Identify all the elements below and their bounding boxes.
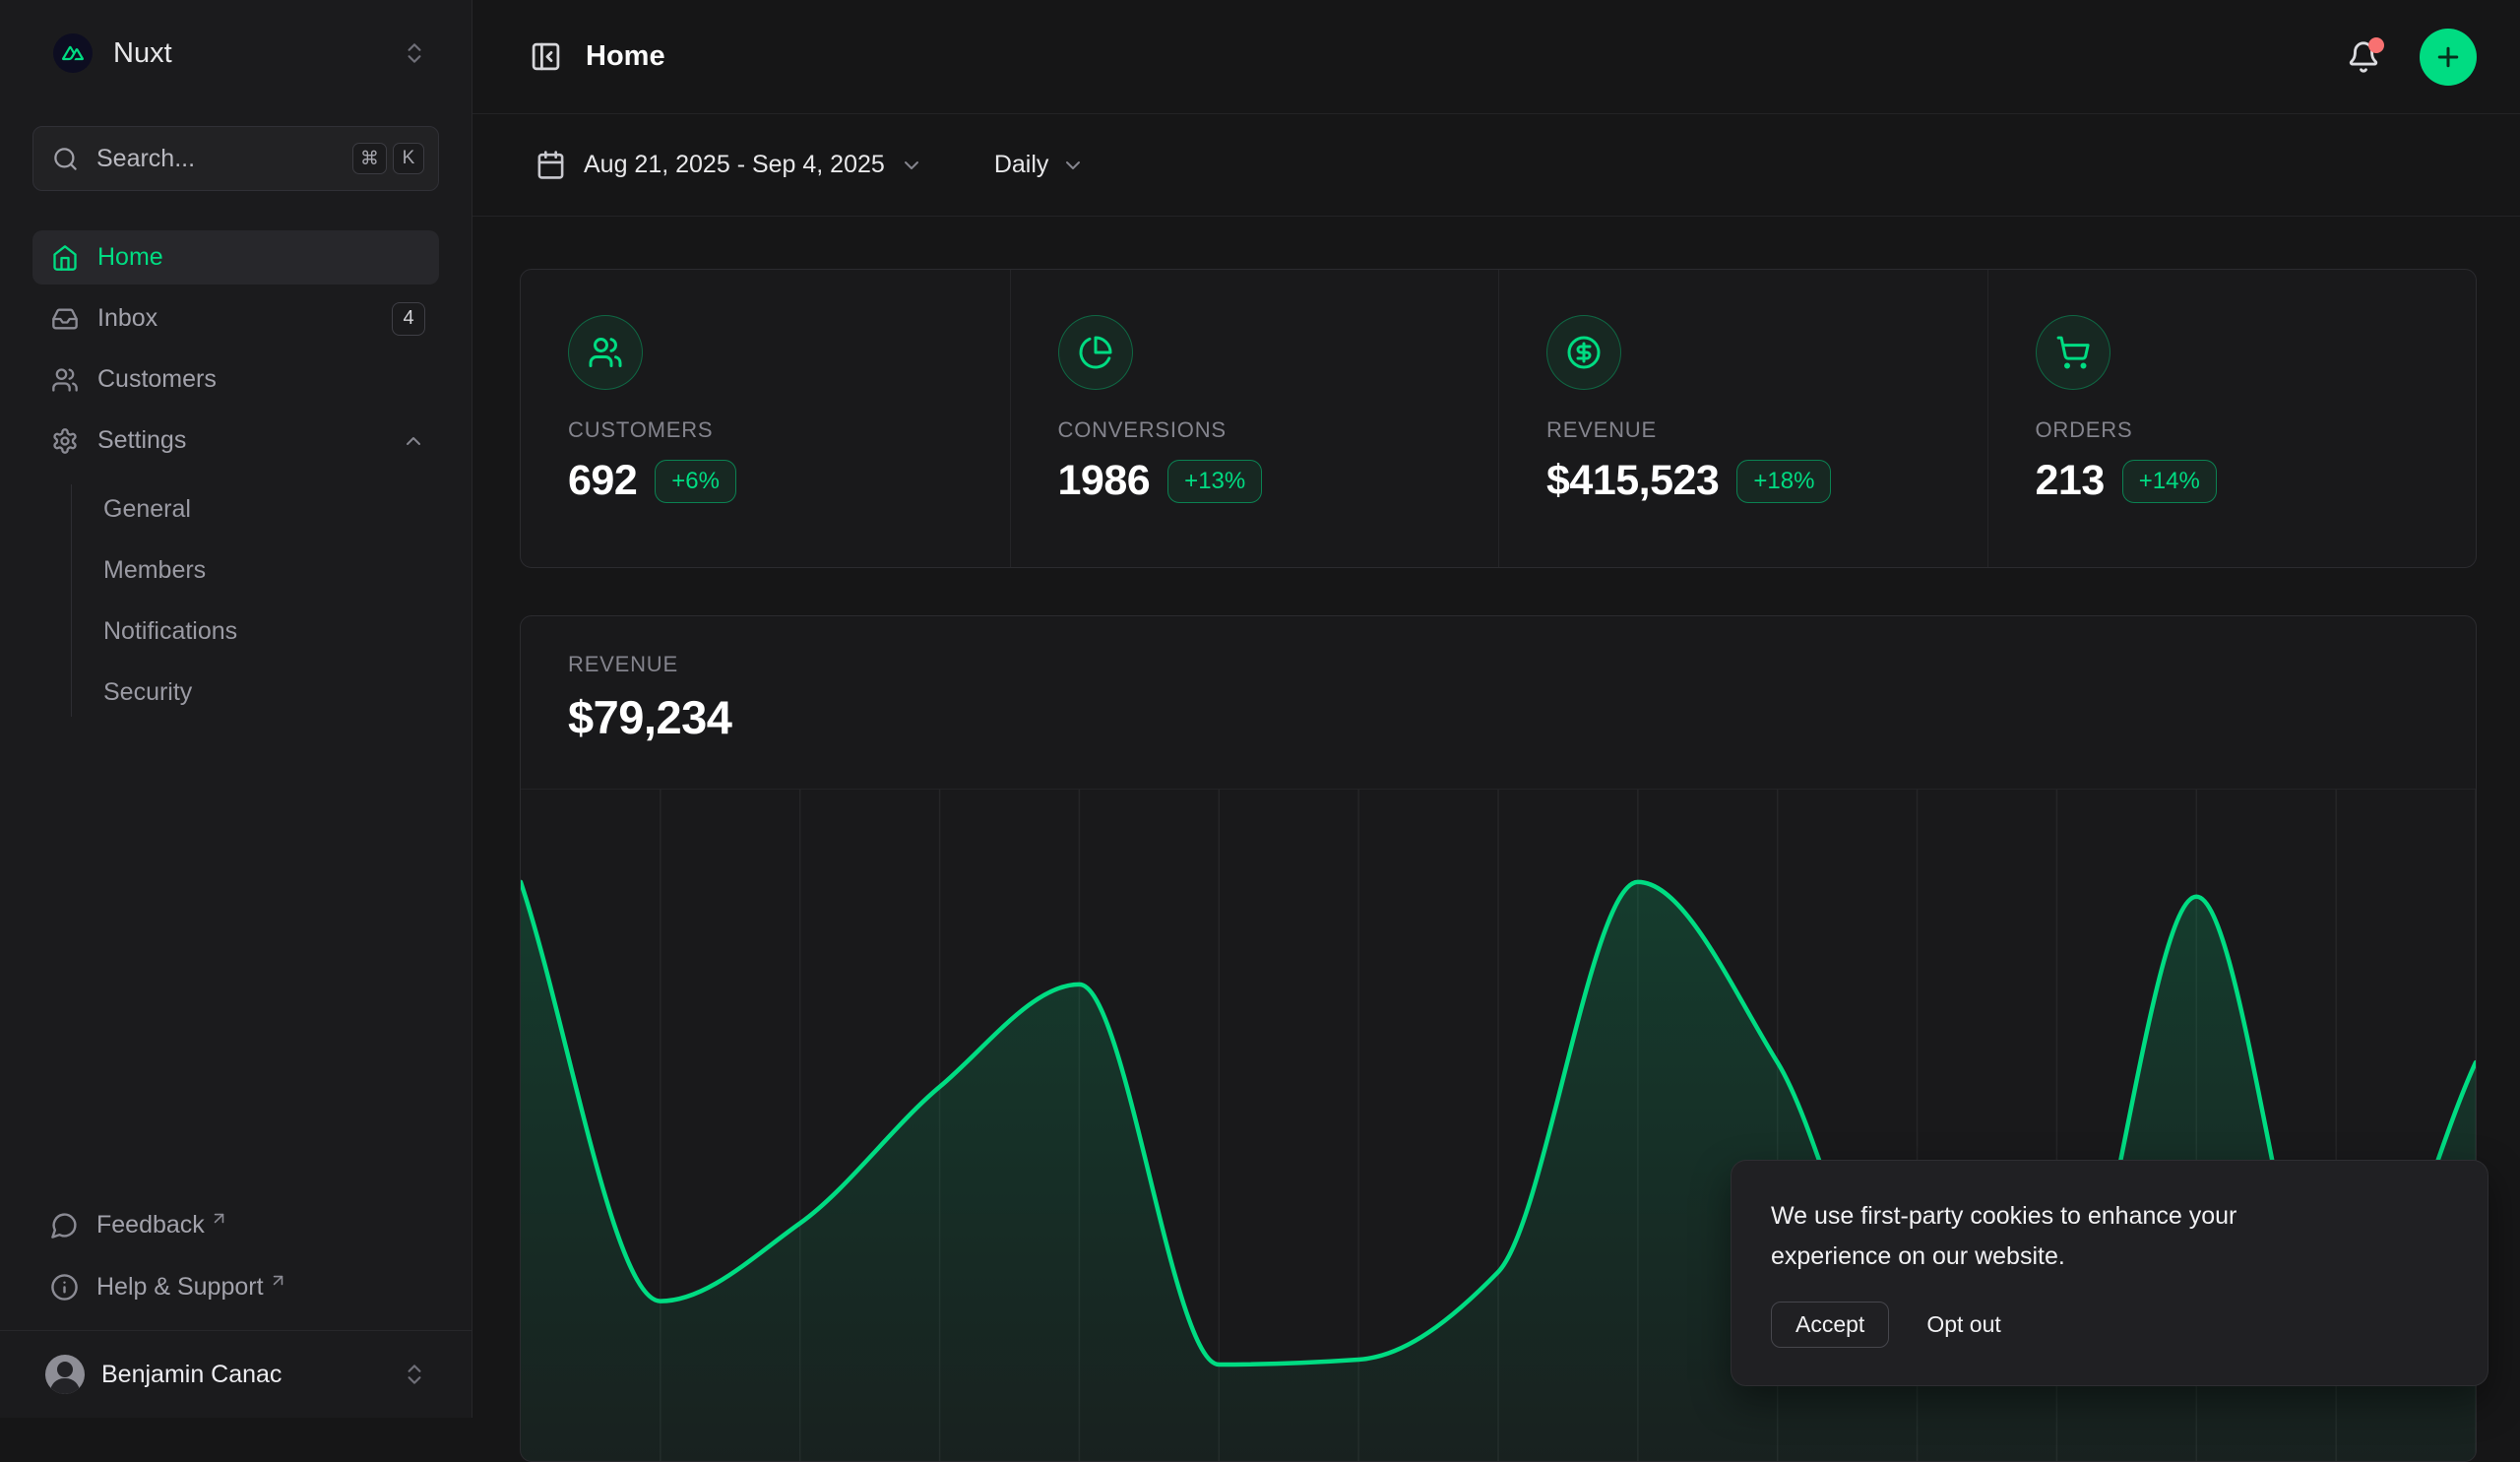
sidebar-item-home[interactable]: Home (32, 230, 439, 285)
stat-card-conversions[interactable]: CONVERSIONS 1986 +13% (1010, 270, 1499, 567)
user-name: Benjamin Canac (101, 1361, 282, 1389)
revenue-chart-label: REVENUE (568, 652, 2428, 677)
revenue-chart-header: REVENUE $79,234 (521, 616, 2476, 790)
stat-delta-badge: +18% (1736, 460, 1831, 503)
subnav-label: Members (103, 556, 206, 585)
gear-icon (45, 427, 85, 455)
filters-toolbar: Aug 21, 2025 - Sep 4, 2025 Daily (472, 114, 2520, 217)
stat-value: 213 (2036, 457, 2105, 505)
stat-delta-badge: +13% (1167, 460, 1262, 503)
accept-button[interactable]: Accept (1771, 1302, 1889, 1348)
plus-icon (2433, 42, 2463, 72)
notification-dot (2368, 37, 2384, 53)
shopping-cart-icon (2036, 315, 2110, 390)
chevron-down-icon (900, 154, 923, 177)
kbd-k: K (393, 143, 424, 174)
brand-name: Nuxt (113, 37, 172, 70)
user-menu[interactable]: Benjamin Canac (32, 1345, 439, 1404)
arrow-up-right-icon (269, 1271, 287, 1290)
cookie-message: We use first-party cookies to enhance yo… (1771, 1196, 2327, 1276)
info-circle-icon (45, 1273, 83, 1302)
sidebar-item-inbox[interactable]: Inbox 4 (32, 291, 439, 346)
stat-label: CUSTOMERS (568, 417, 963, 443)
notifications-button[interactable] (2347, 40, 2380, 74)
inbox-icon (45, 305, 85, 333)
arrow-up-right-icon (210, 1209, 228, 1228)
sidebar-item-label: Home (97, 243, 163, 272)
stat-delta-badge: +14% (2122, 460, 2217, 503)
workspace-switcher[interactable]: Nuxt (32, 26, 439, 81)
search-kbd-hint: ⌘ K (352, 143, 424, 174)
users-icon (45, 366, 85, 394)
stat-delta-badge: +6% (655, 460, 736, 503)
sidebar-item-label: Settings (97, 426, 186, 455)
granularity-value: Daily (994, 151, 1049, 179)
subnav-label: Security (103, 678, 192, 707)
granularity-select[interactable]: Daily (994, 151, 1086, 179)
stat-value: $415,523 (1546, 457, 1719, 505)
sidebar-item-notifications[interactable]: Notifications (103, 606, 439, 656)
sidebar-nav: Home Inbox 4 Customers Settings Gener (32, 230, 439, 717)
help-support-link[interactable]: Help & Support (32, 1262, 439, 1312)
sidebar-item-customers[interactable]: Customers (32, 352, 439, 407)
stat-value: 692 (568, 457, 637, 505)
search-input-wrap[interactable]: ⌘ K (32, 126, 439, 191)
settings-subnav: General Members Notifications Security (71, 484, 439, 717)
opt-out-button[interactable]: Opt out (1922, 1303, 2004, 1347)
panel-left-close-icon[interactable] (530, 40, 562, 73)
users-icon (568, 315, 643, 390)
stat-card-orders[interactable]: ORDERS 213 +14% (1987, 270, 2477, 567)
stat-value: 1986 (1058, 457, 1151, 505)
subnav-label: General (103, 495, 191, 524)
sidebar-footer: Feedback Help & Support Benjamin Canac (0, 1200, 472, 1418)
feedback-link[interactable]: Feedback (32, 1200, 439, 1250)
sidebar: Nuxt ⌘ K Home Inbox 4 (0, 0, 472, 1418)
sidebar-item-settings[interactable]: Settings (32, 413, 439, 468)
search-input[interactable] (94, 144, 343, 174)
calendar-icon (536, 150, 566, 180)
stat-card-revenue[interactable]: REVENUE $415,523 +18% (1498, 270, 1987, 567)
stat-label: CONVERSIONS (1058, 417, 1452, 443)
stats-row: CUSTOMERS 692 +6% CONVERSIONS 1986 +13% … (520, 269, 2477, 568)
chevrons-up-down-icon (402, 1362, 427, 1387)
help-support-label: Help & Support (96, 1273, 264, 1302)
revenue-chart-value: $79,234 (568, 690, 2428, 744)
cookie-banner: We use first-party cookies to enhance yo… (1731, 1160, 2488, 1386)
stat-label: ORDERS (2036, 417, 2429, 443)
stat-label: REVENUE (1546, 417, 1940, 443)
circle-dollar-icon (1546, 315, 1621, 390)
sidebar-item-members[interactable]: Members (103, 545, 439, 595)
sidebar-item-general[interactable]: General (103, 484, 439, 534)
search-icon (52, 146, 79, 172)
house-icon (45, 244, 85, 272)
avatar (45, 1355, 85, 1394)
page-title: Home (586, 40, 665, 73)
stat-card-customers[interactable]: CUSTOMERS 692 +6% (521, 270, 1010, 567)
chevron-up-icon (402, 429, 425, 453)
inbox-count-badge: 4 (392, 302, 425, 336)
dashboard-page: { "app": { "brand": "Nuxt" }, "colors": … (0, 0, 2520, 1418)
page-header: Home (472, 0, 2520, 114)
pie-chart-icon (1058, 315, 1133, 390)
sidebar-item-label: Customers (97, 365, 217, 394)
create-button[interactable] (2420, 29, 2477, 86)
chevron-down-icon (1061, 154, 1085, 177)
subnav-label: Notifications (103, 617, 237, 646)
kbd-cmd: ⌘ (352, 143, 387, 174)
nuxt-logo-icon (53, 33, 93, 73)
date-range-picker[interactable]: Aug 21, 2025 - Sep 4, 2025 (536, 150, 923, 180)
message-bubble-icon (45, 1211, 83, 1240)
sidebar-item-label: Inbox (97, 304, 158, 333)
chevrons-up-down-icon (402, 40, 427, 66)
sidebar-item-security[interactable]: Security (103, 667, 439, 717)
date-range-value: Aug 21, 2025 - Sep 4, 2025 (584, 151, 885, 179)
feedback-label: Feedback (96, 1211, 205, 1240)
